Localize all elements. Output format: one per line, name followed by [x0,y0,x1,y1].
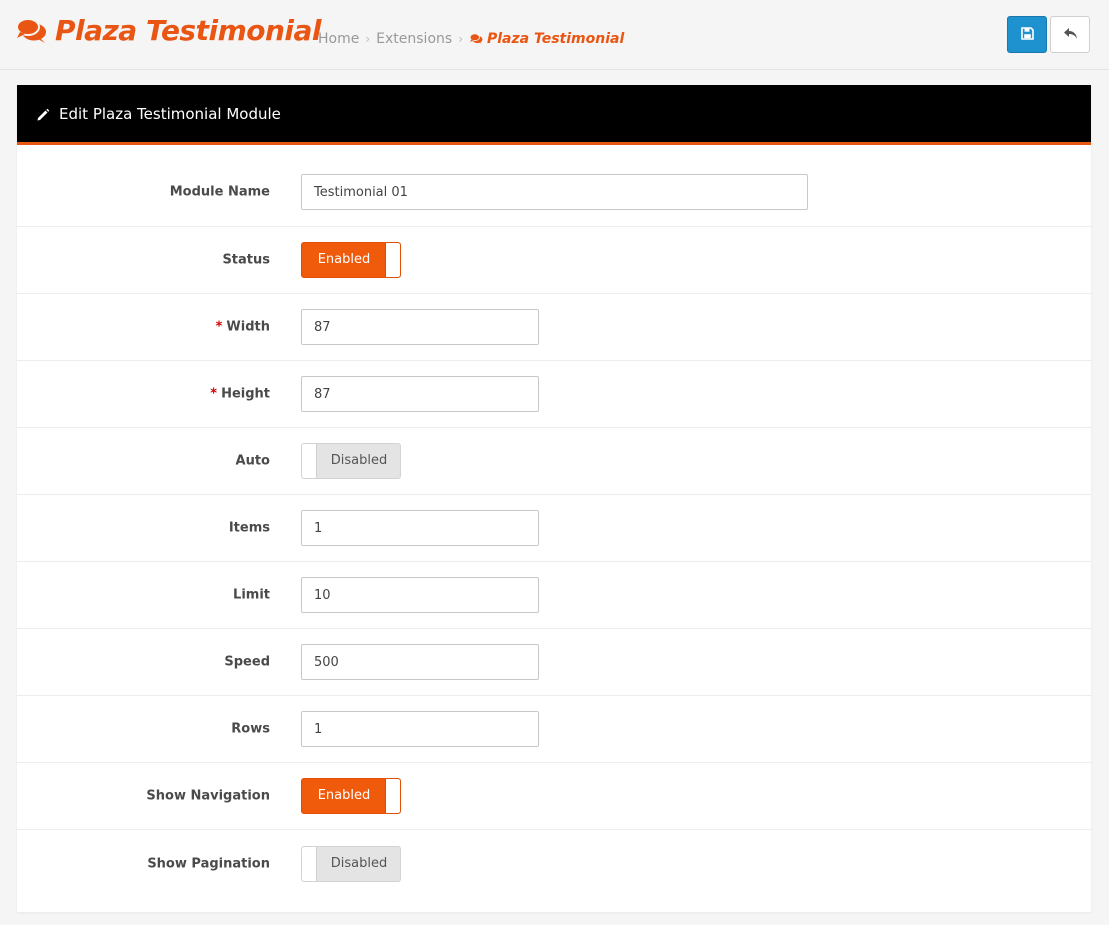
limit-input[interactable] [301,577,539,613]
breadcrumb-separator: › [458,32,463,46]
height-label-text: Height [221,386,270,402]
module-name-input[interactable] [301,174,808,210]
show-pagination-label: Show Pagination [147,856,270,871]
show-pagination-toggle-label: Disabled [330,855,388,871]
form-row-speed: Speed [17,629,1091,696]
auto-label: Auto [235,453,270,469]
required-mark: * [215,319,223,335]
title-wrap: Plaza Testimonial [16,14,322,47]
status-toggle[interactable]: Enabled [301,242,401,278]
form-row-limit: Limit [17,562,1091,629]
auto-toggle[interactable]: Disabled [301,443,401,479]
items-input[interactable] [301,510,539,546]
show-navigation-label: Show Navigation [146,788,270,804]
breadcrumb-home[interactable]: Home [318,31,359,47]
width-label-text: Width [226,319,270,335]
form-row-rows: Rows [17,696,1091,763]
width-input[interactable] [301,309,539,345]
show-navigation-toggle-label: Enabled [317,788,371,803]
form-row-width: * Width [17,294,1091,361]
form-row-status: Status Enabled [17,227,1091,294]
auto-toggle-label: Disabled [330,453,388,468]
limit-label: Limit [233,587,270,603]
form-row-height: * Height [17,361,1091,428]
form-row-show-navigation: Show Navigation Enabled [17,763,1091,830]
status-label: Status [222,252,270,268]
page-title: Plaza Testimonial [55,14,322,47]
rows-label: Rows [231,721,270,737]
panel-heading: Edit Plaza Testimonial Module [17,85,1091,145]
breadcrumb-plaza-testimonial[interactable]: Plaza Testimonial [469,31,624,47]
comments-icon [16,17,48,45]
toggle-knob [302,444,317,478]
edit-module-panel: Edit Plaza Testimonial Module Module Nam… [17,85,1091,912]
speed-label: Speed [224,654,270,670]
toggle-knob [302,846,317,881]
form-row-module-name: Module Name [17,145,1091,227]
height-label: * Height [210,387,270,402]
pencil-icon [36,107,50,121]
toggle-knob [385,243,400,277]
breadcrumb-extensions[interactable]: Extensions [376,31,452,47]
breadcrumb-active-label: Plaza Testimonial [487,31,625,47]
form-row-show-pagination: Show Pagination Disabled [17,830,1091,897]
items-label: Items [228,520,270,536]
required-mark: * [210,386,218,402]
status-toggle-label: Enabled [317,252,371,267]
save-button[interactable] [1007,16,1047,53]
reply-icon [1063,25,1078,44]
toggle-knob [385,779,400,813]
height-input[interactable] [301,376,539,412]
page-header: Plaza Testimonial Home › Extensions › Pl… [0,0,1109,70]
breadcrumb: Home › Extensions › Plaza Testimonial [318,31,624,47]
form-row-items: Items [17,495,1091,562]
save-icon [1020,25,1034,44]
speed-input[interactable] [301,644,539,680]
breadcrumb-separator: › [365,32,371,46]
show-navigation-toggle[interactable]: Enabled [301,778,401,814]
module-name-label: Module Name [169,184,270,200]
panel-title: Edit Plaza Testimonial Module [59,104,281,123]
width-label: * Width [216,320,270,335]
show-pagination-toggle[interactable]: Disabled [301,845,401,882]
form-row-auto: Auto Disabled [17,428,1091,495]
back-button[interactable] [1050,16,1090,53]
comments-icon [469,33,484,45]
module-form: Module Name Status Enabled *Width *Heigh… [17,145,1091,897]
rows-input[interactable] [301,711,539,747]
